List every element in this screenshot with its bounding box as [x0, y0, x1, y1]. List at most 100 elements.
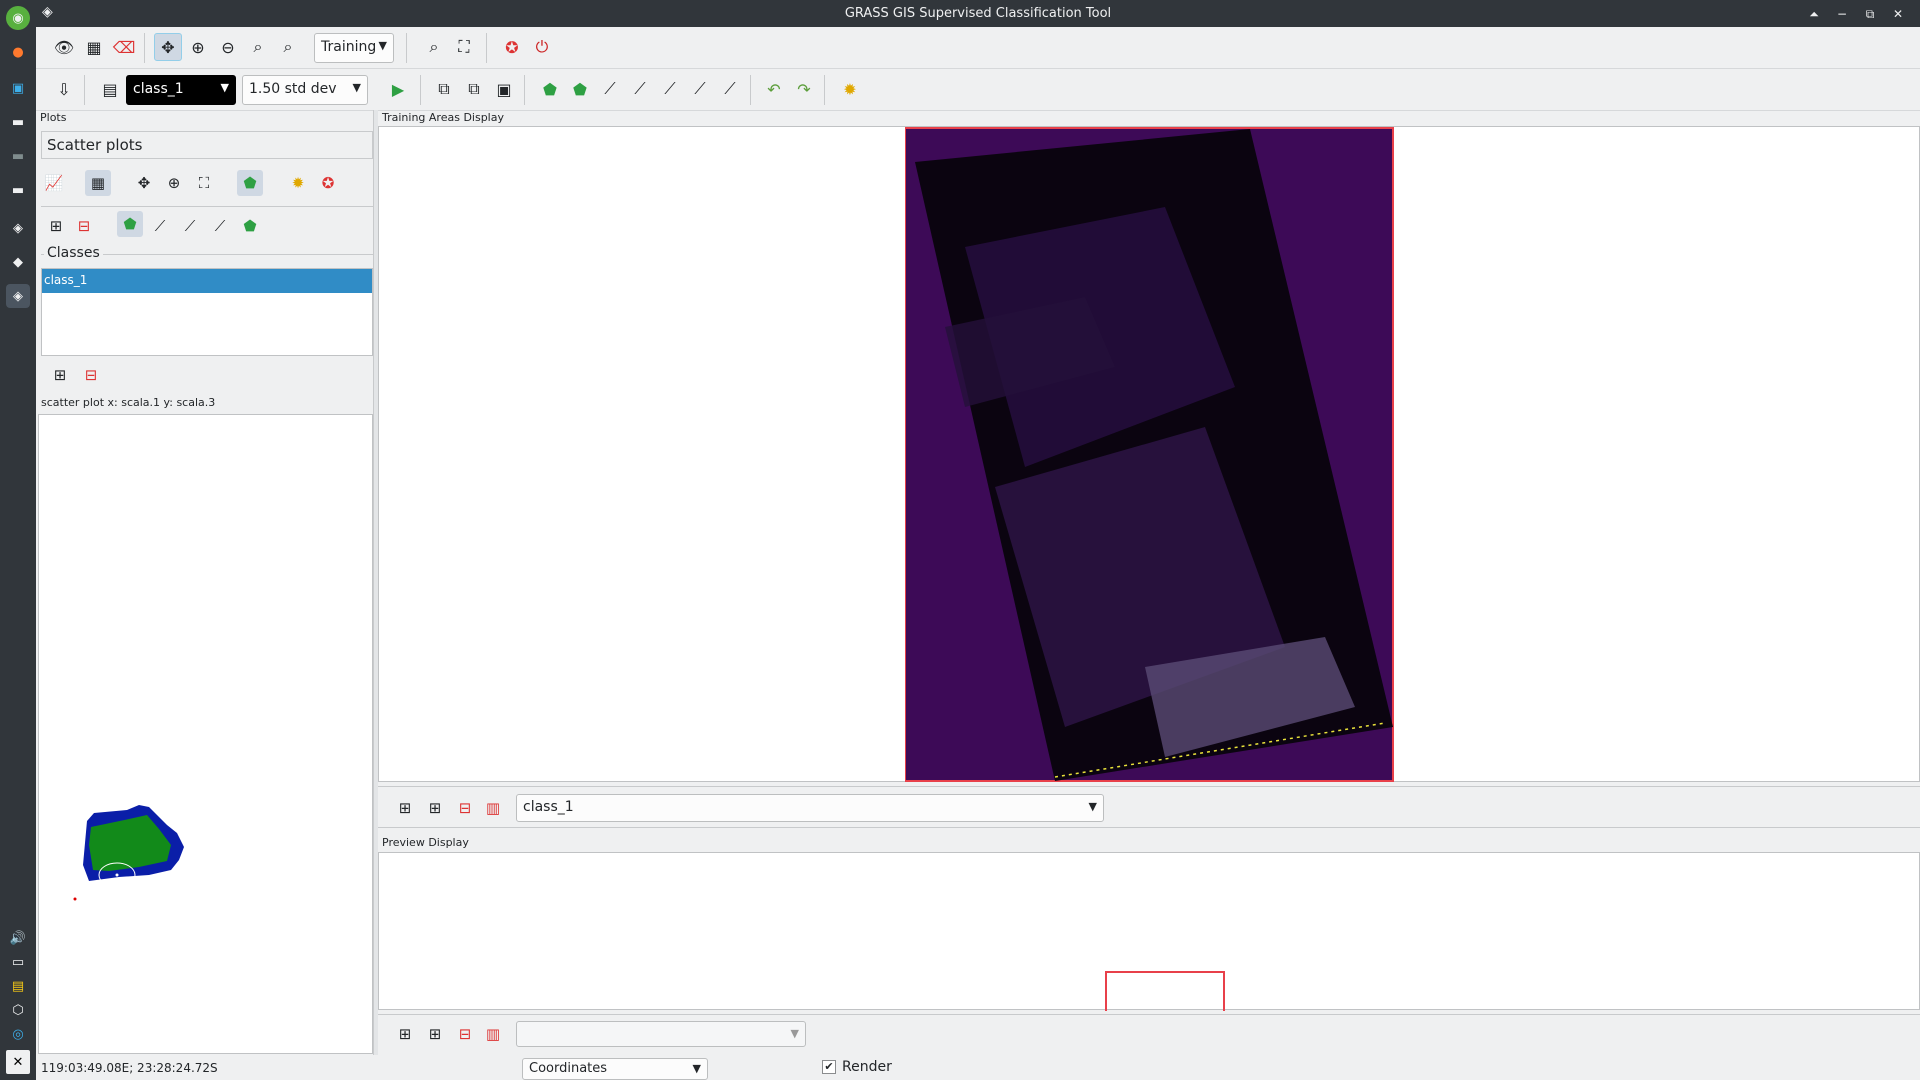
chevron-down-icon: ▼ [378, 39, 387, 52]
pan-icon[interactable]: ✥ [154, 33, 182, 61]
zoom-extent-icon[interactable]: ⛶ [450, 33, 478, 61]
scatter-point [73, 897, 77, 901]
window-icon[interactable]: ▬ [6, 110, 30, 134]
restore-icon[interactable]: ⧉ [1860, 4, 1880, 24]
preview-layer-toolbar: ⊞ ⊞ ⊟ ▥ ▼ [378, 1014, 1920, 1054]
move-vertex-icon[interactable]: ⟋ [177, 213, 203, 239]
zoom-extent-icon[interactable]: ⛶ [191, 170, 217, 196]
display-icon[interactable]: 👁 [50, 33, 78, 61]
screen-icon[interactable]: ▭ [6, 950, 30, 974]
move-vertex-icon[interactable]: ⟋ [626, 75, 654, 103]
render-checkbox[interactable]: ✔ [822, 1060, 836, 1074]
delete-area-icon[interactable]: ⬟ [566, 75, 594, 103]
preview-layer-combo[interactable]: ▼ [516, 1021, 806, 1047]
remove-vertex-icon[interactable]: ⟋ [207, 213, 233, 239]
plot-settings-icon[interactable]: ▦ [85, 170, 111, 196]
title-bar: ◈ GRASS GIS Supervised Classification To… [36, 0, 1920, 27]
import-icon[interactable]: ⧉ [430, 75, 458, 103]
select-raster-icon[interactable]: ⇩ [50, 75, 78, 103]
grass-active-icon[interactable]: ◈ [6, 284, 30, 308]
delete-polygon-icon[interactable]: ⬟ [237, 213, 263, 239]
grass-icon[interactable]: ◈ [6, 216, 30, 240]
help-icon[interactable]: ✪ [498, 33, 526, 61]
remove-vertex-icon[interactable]: ⟋ [656, 75, 684, 103]
notes-icon[interactable]: ▤ [6, 974, 30, 998]
pan-icon[interactable]: ✥ [131, 170, 157, 196]
erase-icon[interactable]: ⌫ [110, 33, 138, 61]
class-combo[interactable]: class_1 ▼ [126, 75, 236, 105]
run-icon[interactable]: ▶ [384, 75, 412, 103]
class-manager-icon[interactable]: ▤ [96, 75, 124, 103]
zoom-region-icon[interactable]: ⌕ [420, 33, 448, 61]
export-icon[interactable]: ⧉ [460, 75, 488, 103]
help-icon[interactable]: ✪ [315, 170, 341, 196]
remove-layer-icon[interactable]: ⊟ [452, 1021, 478, 1047]
add-icon[interactable]: ⊞ [43, 213, 69, 239]
statusbar-mode-combo[interactable]: Coordinates ▼ [522, 1058, 708, 1080]
scatter-plot-canvas[interactable] [38, 414, 373, 1054]
zoom-default-icon[interactable]: ⌕ [274, 33, 302, 61]
zoom-icon[interactable]: ⊕ [161, 170, 187, 196]
add-vertex-icon[interactable]: ⟋ [147, 213, 173, 239]
window-icon[interactable]: ▬ [6, 144, 30, 168]
edit-line-icon[interactable]: ⟋ [686, 75, 714, 103]
minimize-icon[interactable]: − [1832, 4, 1852, 24]
list-item[interactable]: class_1 [42, 269, 372, 293]
scatter-plot-svg [73, 805, 184, 901]
x-icon[interactable]: ✕ [6, 1050, 30, 1074]
window-icon[interactable]: ▬ [6, 178, 30, 202]
chevron-down-icon: ▼ [692, 1062, 701, 1075]
mode-combo[interactable]: Training ▼ [314, 33, 394, 63]
zoom-back-icon[interactable]: ⌕ [244, 33, 272, 61]
layer-settings-icon[interactable]: ▥ [480, 1021, 506, 1047]
settings-icon[interactable]: ✹ [285, 170, 311, 196]
mode-combo-value: Training [321, 39, 377, 55]
export-stats-icon[interactable]: ▣ [490, 75, 518, 103]
firefox-icon[interactable]: ● [6, 40, 30, 64]
remove-class-icon[interactable]: ⊟ [78, 362, 104, 388]
training-layer-value: class_1 [523, 799, 574, 815]
network-icon[interactable]: ◎ [6, 1022, 30, 1046]
settings-icon[interactable]: ✹ [836, 75, 864, 103]
layer-settings-icon[interactable]: ▥ [480, 795, 506, 821]
grass-icon[interactable]: ◆ [6, 250, 30, 274]
stddev-combo[interactable]: 1.50 std dev ▼ [242, 75, 368, 105]
preview-map-canvas[interactable] [378, 852, 1920, 1011]
training-layer-combo[interactable]: class_1 ▼ [516, 794, 1104, 822]
app-launcher-icon[interactable]: ◉ [6, 6, 30, 30]
zoom-in-icon[interactable]: ⊕ [184, 33, 212, 61]
chevron-down-icon: ▼ [220, 81, 229, 94]
redo-icon[interactable]: ↷ [790, 75, 818, 103]
remove-layer-icon[interactable]: ⊟ [452, 795, 478, 821]
files-icon[interactable]: ▣ [6, 76, 30, 100]
add-rgb-icon[interactable]: ⊞ [422, 1021, 448, 1047]
training-map-canvas[interactable] [378, 126, 1920, 782]
raster-view [905, 127, 1394, 782]
add-raster-icon[interactable]: ⊞ [392, 1021, 418, 1047]
render-map-icon[interactable]: ▦ [80, 33, 108, 61]
undo-icon[interactable]: ↶ [760, 75, 788, 103]
add-rgb-icon[interactable]: ⊞ [422, 795, 448, 821]
scatter-point [115, 873, 119, 877]
add-area-icon[interactable]: ⬟ [536, 75, 564, 103]
select-polygon-icon[interactable]: ⬟ [237, 170, 263, 196]
add-polygon-icon[interactable]: ⬟ [117, 211, 143, 237]
plot-bands-icon[interactable]: 📈 [41, 170, 67, 196]
add-vertex-icon[interactable]: ⟋ [596, 75, 624, 103]
volume-icon[interactable]: 🔊 [6, 926, 30, 950]
add-class-icon[interactable]: ⊞ [47, 362, 73, 388]
map-toolbar: 👁 ▦ ⌫ ✥ ⊕ ⊖ ⌕ ⌕ Training ▼ ⌕ ⛶ ✪ ⏻ [36, 27, 1920, 69]
training-layer-toolbar: ⊞ ⊞ ⊟ ▥ class_1 ▼ [378, 786, 1920, 828]
zoom-out-icon[interactable]: ⊖ [214, 33, 242, 61]
scatter-plot-label: scatter plot x: scala.1 y: scala.3 [41, 396, 216, 409]
quit-icon[interactable]: ⏻ [528, 33, 556, 61]
add-raster-icon[interactable]: ⊞ [392, 795, 418, 821]
package-icon[interactable]: ⬡ [6, 998, 30, 1022]
close-icon[interactable]: ✕ [1888, 4, 1908, 24]
split-line-icon[interactable]: ⟋ [716, 75, 744, 103]
remove-icon[interactable]: ⊟ [71, 213, 97, 239]
window-title: GRASS GIS Supervised Classification Tool [844, 6, 1112, 21]
preview-frame [1105, 971, 1225, 1011]
class-combo-value: class_1 [133, 81, 184, 97]
keep-above-icon[interactable]: ⏶ [1804, 4, 1824, 24]
